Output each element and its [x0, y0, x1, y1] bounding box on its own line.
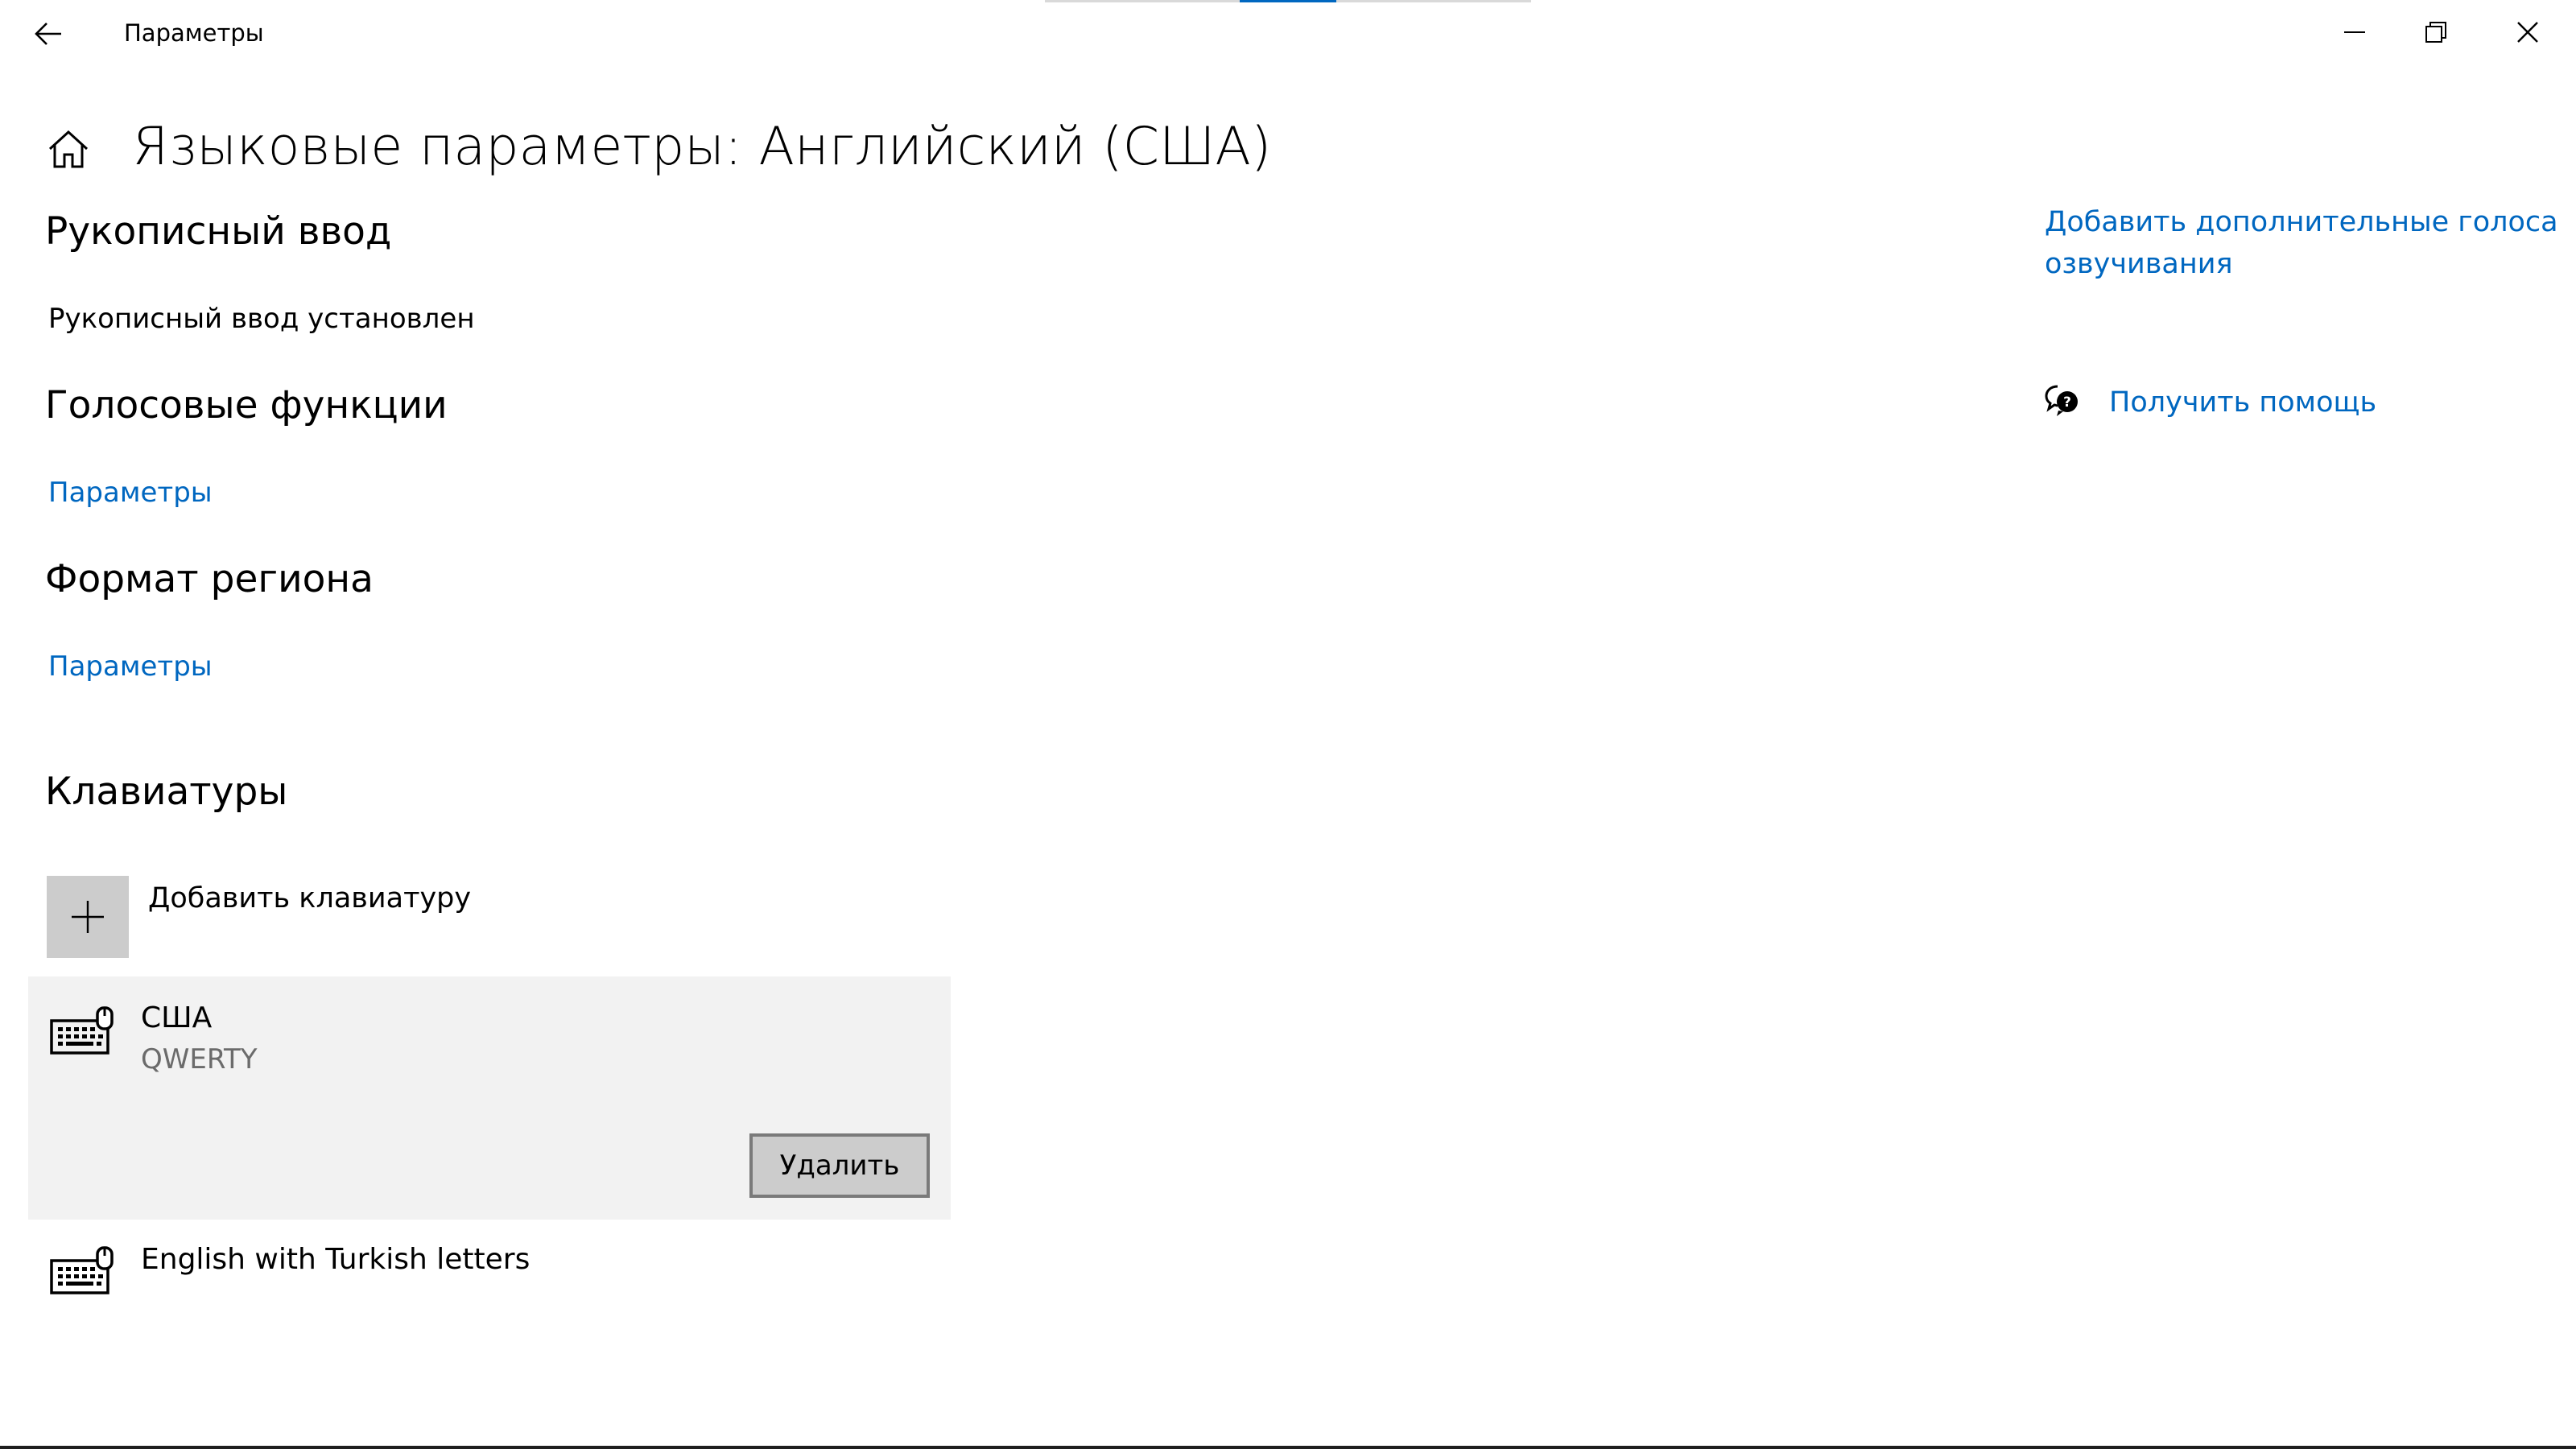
- page-title: Языковые параметры: Английский (США): [132, 117, 1272, 177]
- get-help-link[interactable]: Получить помощь: [2109, 382, 2376, 423]
- plus-icon: [72, 901, 104, 933]
- keyboard-layout: QWERTY: [141, 1043, 258, 1075]
- speech-settings-link[interactable]: Параметры: [48, 473, 213, 512]
- help-chat-icon: ?: [2043, 382, 2082, 420]
- restore-button[interactable]: [2397, 0, 2475, 64]
- add-keyboard-label[interactable]: Добавить клавиатуру: [148, 879, 471, 918]
- handwriting-status: Рукописный ввод установлен: [48, 303, 475, 335]
- home-button[interactable]: [40, 121, 97, 177]
- back-button[interactable]: [18, 3, 79, 64]
- home-icon: [48, 130, 89, 168]
- minimize-button[interactable]: [2317, 0, 2394, 64]
- keyboard-name: English with Turkish letters: [141, 1243, 530, 1276]
- window-title: Параметры: [124, 19, 264, 47]
- region-format-heading: Формат региона: [45, 557, 374, 601]
- speech-heading: Голосовые функции: [45, 383, 448, 427]
- minimize-icon: [2344, 31, 2365, 33]
- add-keyboard-button[interactable]: [47, 876, 129, 958]
- keyboards-heading: Клавиатуры: [45, 770, 288, 814]
- restore-icon: [2425, 22, 2446, 43]
- add-voices-link[interactable]: Добавить дополнительные голоса озвучиван…: [2045, 201, 2560, 285]
- keyboard-icon: [48, 1003, 118, 1063]
- svg-text:?: ?: [2063, 394, 2071, 411]
- remove-keyboard-button[interactable]: Удалить: [749, 1133, 930, 1198]
- title-progress-indicator: [1240, 0, 1336, 2]
- region-format-settings-link[interactable]: Параметры: [48, 647, 213, 686]
- keyboard-name: США: [141, 1001, 213, 1034]
- keyboard-icon: [48, 1243, 118, 1302]
- back-arrow-icon: [35, 23, 61, 45]
- close-button[interactable]: [2489, 0, 2566, 64]
- window-bottom-border: [0, 1446, 2576, 1449]
- handwriting-heading: Рукописный ввод: [45, 209, 392, 254]
- close-icon: [2517, 22, 2538, 43]
